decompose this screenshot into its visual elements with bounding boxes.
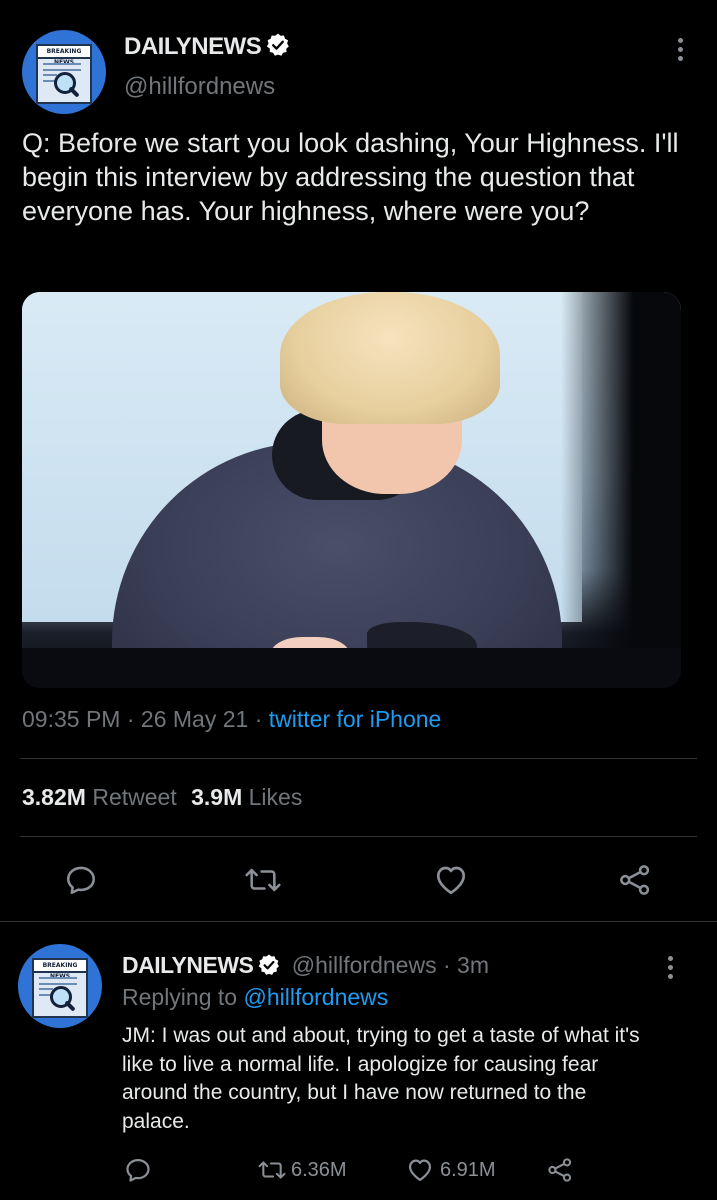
share-icon[interactable] [546, 1156, 574, 1184]
reply-like-count: 6.91M [440, 1159, 496, 1181]
reply-author-name[interactable]: DAILYNEWS [122, 952, 254, 978]
tweet-photo[interactable] [22, 292, 681, 688]
reply-icon[interactable] [124, 1156, 152, 1184]
reply-author-handle[interactable]: @hillfordnews [292, 952, 437, 978]
more-vertical-icon[interactable] [667, 956, 673, 983]
retweet-stat[interactable]: 3.82M Retweet [22, 784, 183, 810]
divider [0, 921, 717, 922]
meta-separator: · [442, 952, 451, 978]
heart-icon[interactable] [433, 862, 469, 898]
retweet-icon[interactable] [244, 863, 282, 897]
reply-age: 3m [457, 952, 489, 978]
verified-badge-icon [259, 954, 280, 975]
tweet-text: Q: Before we start you look dashing, You… [22, 128, 679, 226]
meta-separator: · [126, 706, 135, 732]
replying-to-handle[interactable]: @hillfordnews [243, 984, 388, 1010]
reply-retweet-count: 6.36M [291, 1159, 347, 1181]
tweet-source-link[interactable]: twitter for iPhone [269, 706, 442, 732]
verified-badge-icon [267, 33, 290, 56]
like-count: 3.9M [191, 784, 243, 810]
like-stat[interactable]: 3.9M Likes [191, 784, 302, 810]
author-handle[interactable]: @hillfordnews [124, 73, 275, 101]
share-icon[interactable] [617, 862, 653, 898]
more-vertical-icon[interactable] [677, 38, 683, 65]
divider [20, 758, 697, 759]
retweet-count: 3.82M [22, 784, 86, 810]
reply-icon[interactable] [64, 863, 98, 897]
newspaper-icon: BREAKING NEWS [36, 44, 92, 104]
like-label: Likes [248, 784, 303, 810]
avatar-logo-text: BREAKING NEWS [34, 960, 86, 980]
retweet-icon[interactable] [257, 1157, 287, 1183]
retweet-label: Retweet [92, 784, 177, 810]
newspaper-icon: BREAKING NEWS [32, 958, 88, 1018]
tweet-date: 26 May 21 [140, 706, 249, 732]
tweet-time: 09:35 PM [22, 706, 121, 732]
reply-text: JM: I was out and about, trying to get a… [122, 1024, 640, 1133]
divider [20, 836, 697, 837]
avatar-logo-text: BREAKING NEWS [38, 46, 90, 66]
engagement-stats: 3.82M Retweet 3.9M Likes [22, 784, 302, 811]
replying-to-label: Replying to [122, 984, 238, 1010]
meta-separator: · [254, 706, 263, 732]
author-display-name[interactable]: DAILYNEWS [124, 33, 262, 60]
reply-avatar[interactable]: BREAKING NEWS [18, 944, 102, 1028]
profile-avatar[interactable]: BREAKING NEWS [22, 30, 106, 114]
heart-icon[interactable] [406, 1156, 434, 1184]
